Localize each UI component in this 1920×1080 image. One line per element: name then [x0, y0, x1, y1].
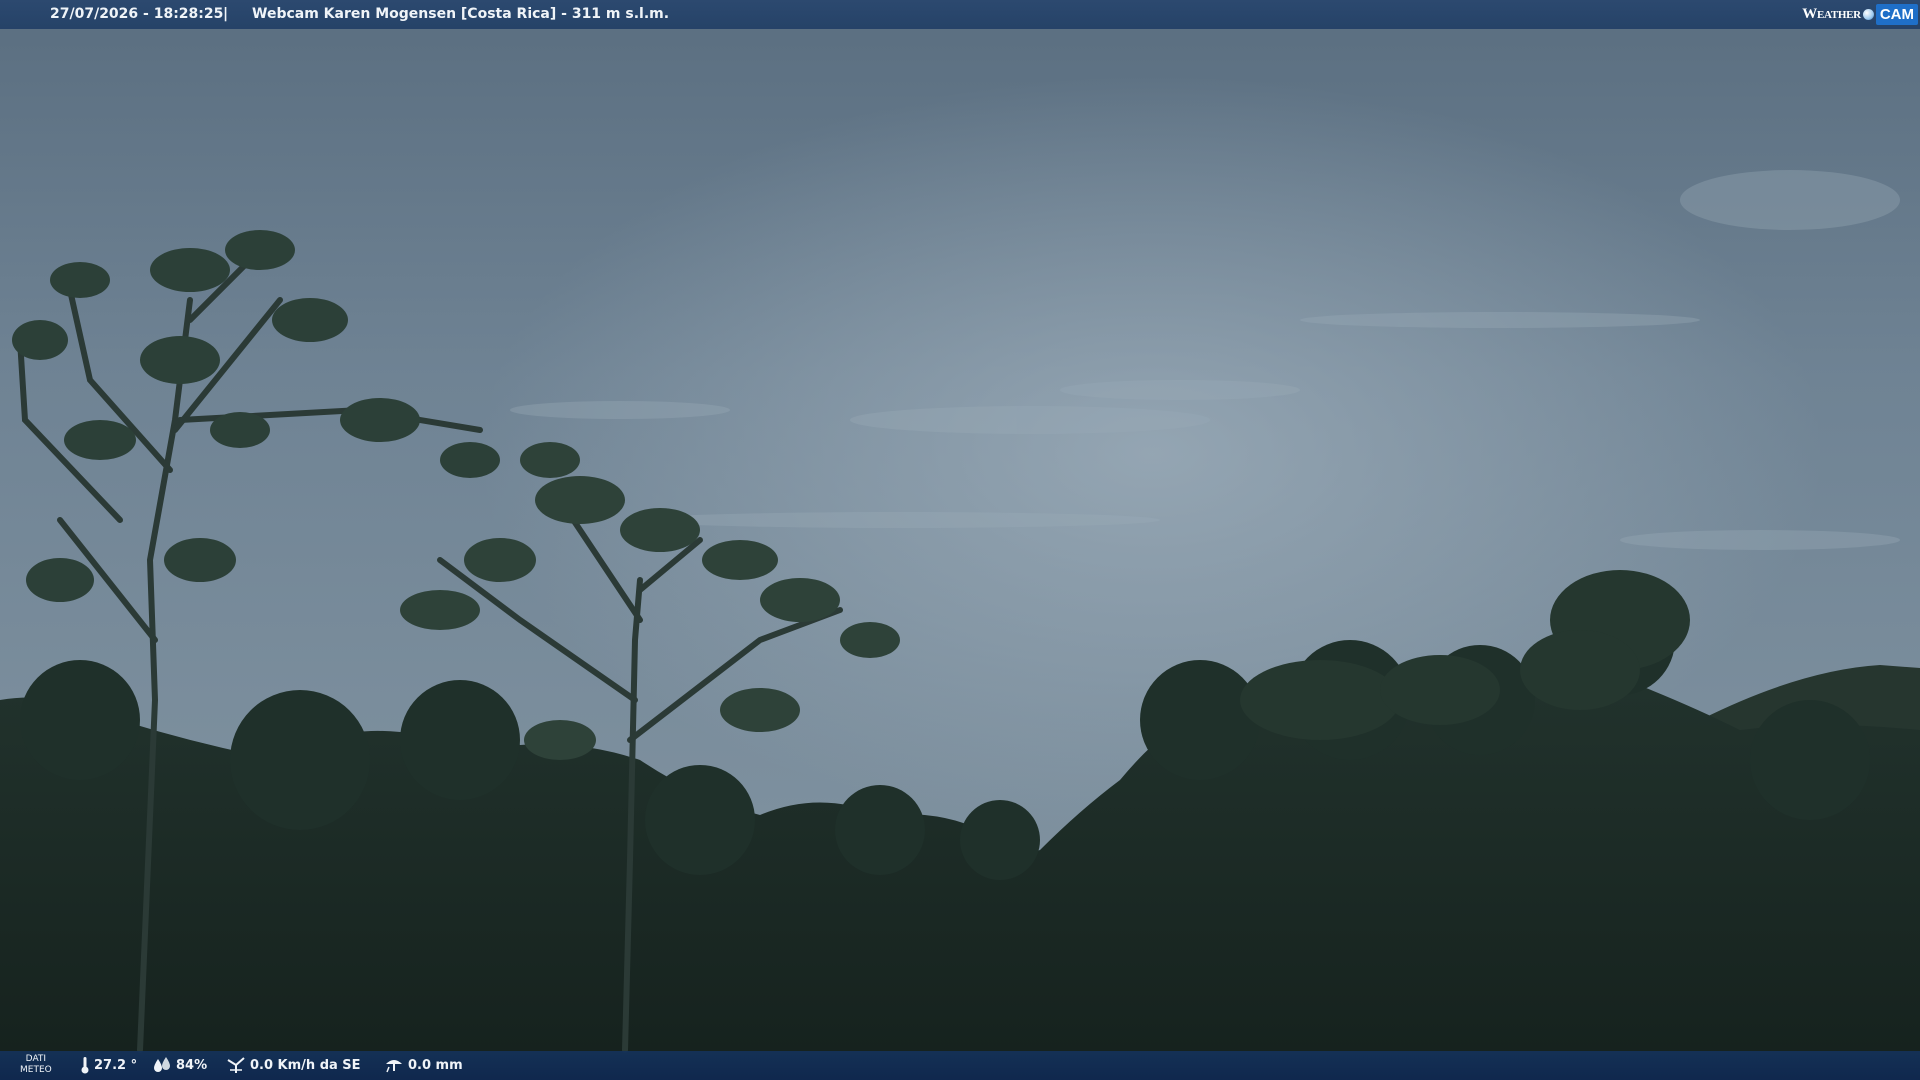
webcam-title: Webcam Karen Mogensen [Costa Rica] - 311… [252, 6, 670, 22]
logo-globe-icon [1862, 9, 1874, 20]
droplets-icon [154, 1057, 170, 1072]
weathercam-logo[interactable]: Weather CAM [1802, 2, 1918, 27]
rain-gauge-icon [386, 1060, 402, 1073]
timestamp: 27/07/2026 - 18:28:25 [50, 6, 224, 22]
temperature-readout: 27.2 ° [80, 1056, 137, 1074]
wind-value: 0.0 Km/h da SE [250, 1057, 361, 1073]
meteo-label: METEO [20, 1065, 52, 1075]
rain-readout: 0.0 mm [384, 1056, 463, 1074]
rain-value: 0.0 mm [408, 1057, 463, 1073]
webcam-frame: 27/07/2026 - 18:28:25 | Webcam Karen Mog… [0, 0, 1920, 1080]
logo-badge: CAM [1875, 4, 1918, 25]
dati-meteo-label: DATI METEO [20, 1054, 52, 1076]
humidity-readout: 84% [152, 1056, 207, 1074]
top-info-bar: 27/07/2026 - 18:28:25 | Webcam Karen Mog… [0, 0, 1920, 29]
header-separator: | [223, 6, 229, 22]
humidity-value: 84% [176, 1057, 208, 1073]
wind-readout: 0.0 Km/h da SE [226, 1056, 361, 1074]
thermometer-icon [81, 1057, 89, 1074]
webcam-image [0, 0, 1920, 1080]
dati-label: DATI [25, 1054, 47, 1064]
wind-vane-icon [227, 1057, 245, 1073]
temperature-value: 27.2 ° [94, 1057, 138, 1073]
weather-data-bar: DATI METEO 27.2 ° 84% 0.0 Km/h da SE 0.0… [0, 1051, 1920, 1080]
logo-word: Weather [1802, 6, 1861, 22]
